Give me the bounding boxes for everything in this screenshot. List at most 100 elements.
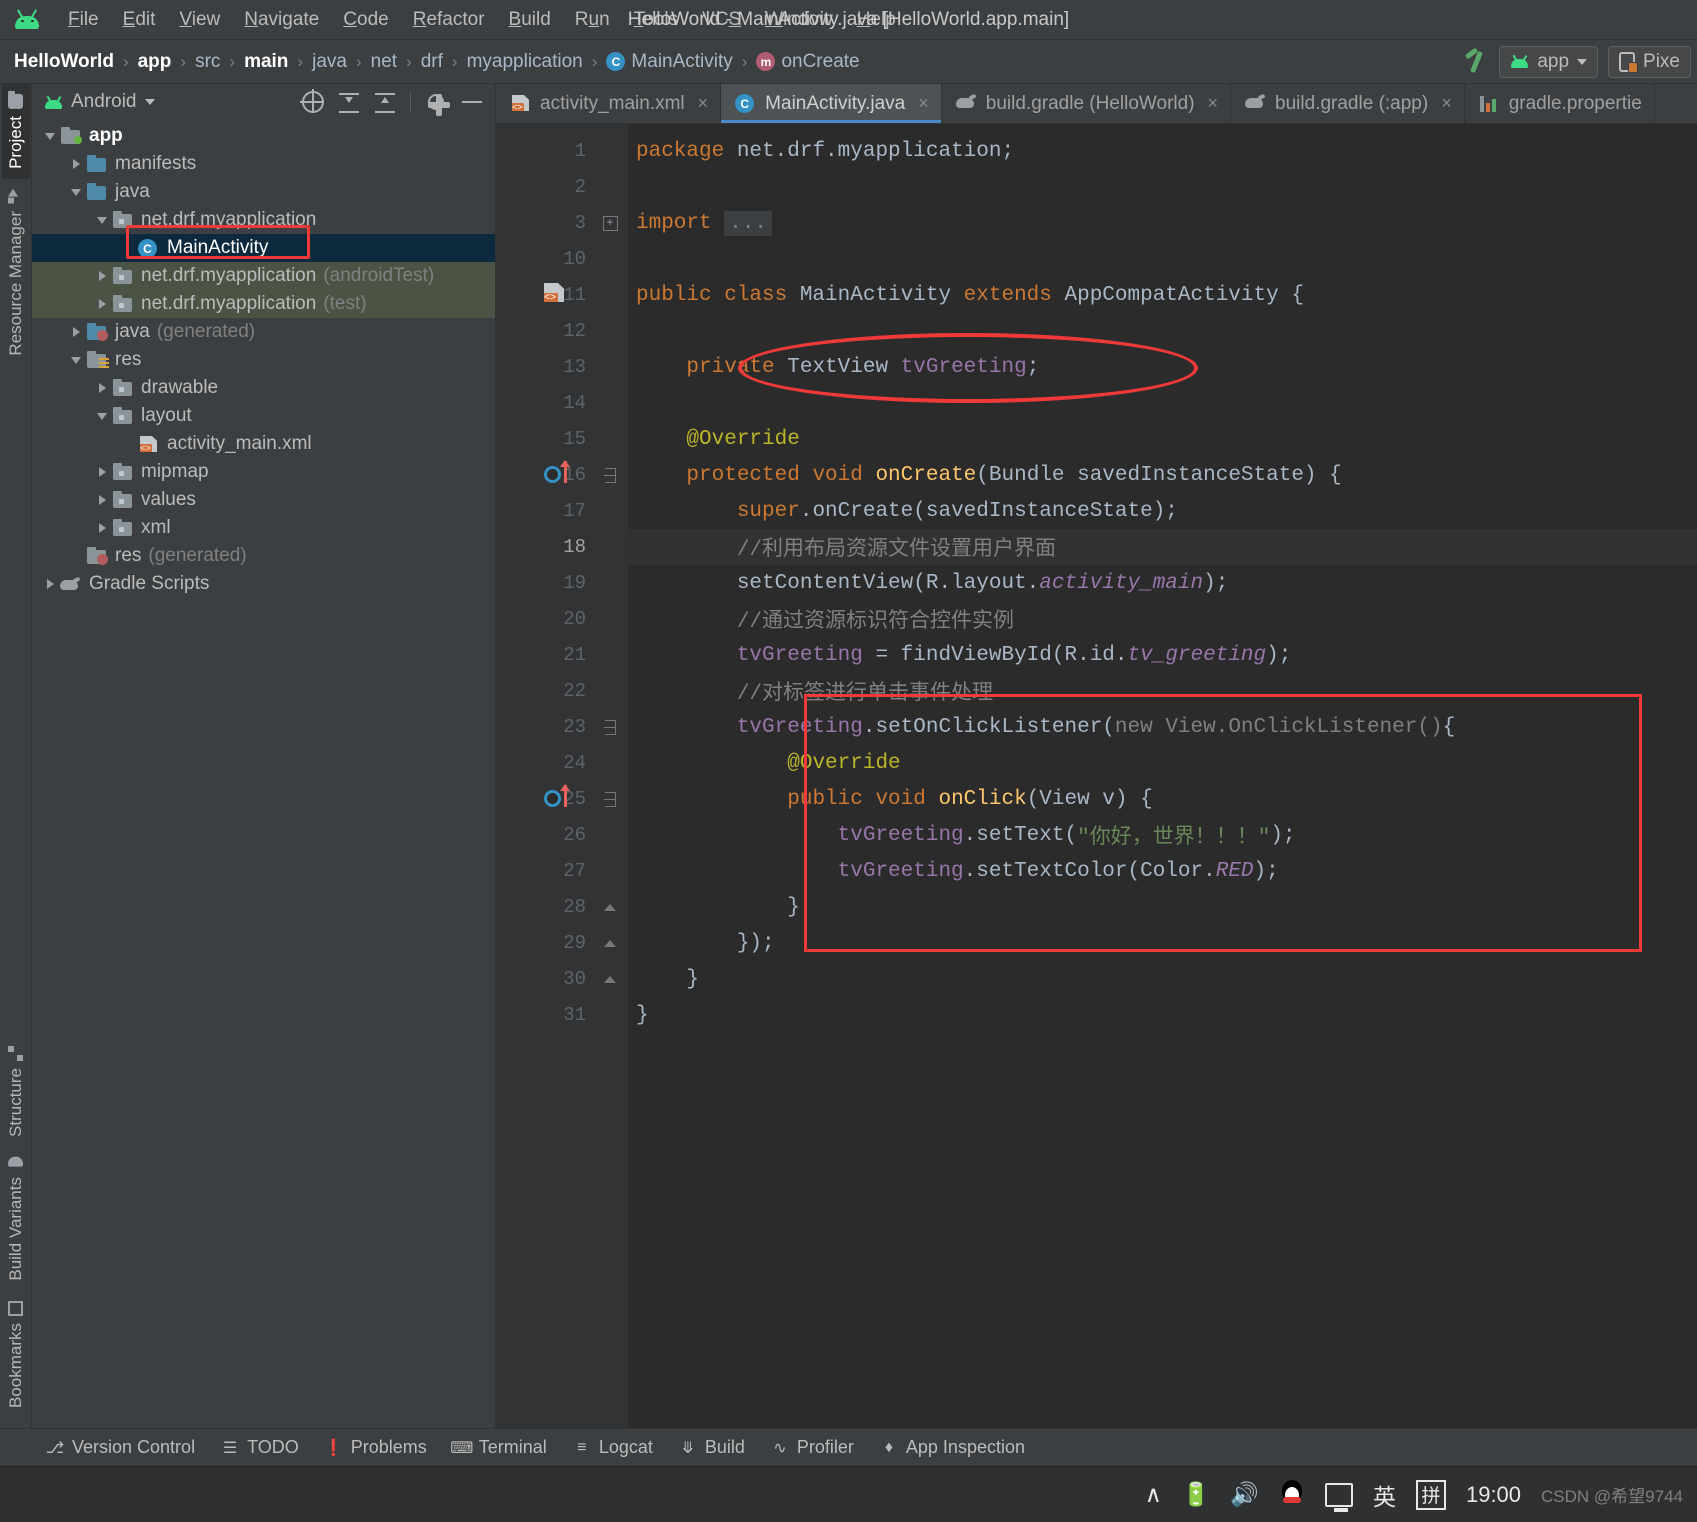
close-icon[interactable]: × (918, 93, 929, 114)
tree-row-app[interactable]: app (32, 122, 495, 150)
chevron-down-icon[interactable] (92, 216, 112, 224)
menu-tools[interactable]: Tools (622, 7, 690, 33)
menu-navigate[interactable]: Navigate (232, 7, 331, 33)
menu-file[interactable]: File (56, 7, 111, 33)
override-method-icon[interactable] (544, 790, 561, 807)
menu-help[interactable]: Help (845, 7, 908, 33)
status-item-version-control[interactable]: ⎇ Version Control (46, 1437, 195, 1458)
menu-view[interactable]: View (167, 7, 232, 33)
chevron-right-icon[interactable] (92, 383, 112, 393)
tree-row-res[interactable]: res (32, 346, 495, 374)
pinyin-mode-icon[interactable]: 拼 (1415, 1479, 1446, 1510)
status-item-logcat[interactable]: ≡ Logcat (573, 1437, 653, 1458)
chevron-down-icon[interactable] (66, 356, 86, 364)
volume-icon[interactable]: 🔊 (1230, 1481, 1259, 1508)
status-item-terminal[interactable]: ⌨ Terminal (450, 1437, 547, 1458)
tree-row-package-androidtest[interactable]: net.drf.myapplication (androidTest) (32, 262, 495, 290)
status-item-build[interactable]: ⤋ Build (679, 1437, 745, 1458)
project-view-selector-label[interactable]: Android (71, 91, 137, 113)
chevron-right-icon[interactable] (66, 159, 86, 169)
status-item-problems[interactable]: ❗ Problems (324, 1437, 427, 1458)
tree-row-values[interactable]: values (32, 486, 495, 514)
breadcrumb-item-src[interactable]: src (195, 51, 220, 73)
settings-gear-icon[interactable] (428, 94, 450, 116)
fold-collapse-listener[interactable] (592, 709, 628, 745)
collapse-all-icon[interactable] (374, 91, 396, 113)
override-method-icon[interactable] (544, 466, 561, 483)
fold-end-oncreate[interactable] (592, 961, 628, 997)
hammer-icon[interactable] (1463, 49, 1489, 75)
sidebar-item-build-variants[interactable]: Build Variants (2, 1147, 30, 1291)
sidebar-item-structure[interactable]: Structure (2, 1036, 30, 1147)
tree-row-java-generated[interactable]: java (generated) (32, 318, 495, 346)
status-item-profiler[interactable]: ∿ Profiler (771, 1437, 854, 1458)
tab-gradle-properties[interactable]: gradle.propertie (1465, 84, 1655, 123)
close-icon[interactable]: × (1441, 93, 1452, 114)
qq-icon[interactable] (1279, 1479, 1305, 1510)
tab-activity-main-xml[interactable]: activity_main.xml × (496, 84, 722, 123)
fold-end-onclick[interactable] (592, 889, 628, 925)
tree-row-package-test[interactable]: net.drf.myapplication (test) (32, 290, 495, 318)
folded-imports[interactable]: ... (724, 210, 773, 236)
network-icon[interactable] (1324, 1482, 1353, 1512)
select-opened-file-icon[interactable] (300, 89, 324, 113)
tree-row-layout[interactable]: layout (32, 402, 495, 430)
layout-marker-icon[interactable] (544, 283, 564, 302)
close-icon[interactable]: × (698, 93, 709, 114)
tree-row-package-main[interactable]: net.drf.myapplication (32, 206, 495, 234)
menu-refactor[interactable]: Refactor (401, 7, 497, 33)
fold-collapse-onclick[interactable] (592, 781, 628, 817)
chevron-down-icon[interactable] (92, 412, 112, 420)
menu-edit[interactable]: Edit (111, 7, 168, 33)
tree-row-gradle-scripts[interactable]: Gradle Scripts (32, 570, 495, 598)
fold-expand-imports[interactable]: + (592, 205, 628, 241)
chevron-right-icon[interactable] (92, 467, 112, 477)
chevron-right-icon[interactable] (92, 271, 112, 281)
menu-run[interactable]: Run (563, 7, 622, 33)
tree-row-drawable[interactable]: drawable (32, 374, 495, 402)
run-configuration-selector[interactable]: app (1499, 45, 1599, 78)
tree-row-res-generated[interactable]: res (generated) (32, 542, 495, 570)
expand-all-icon[interactable] (338, 91, 360, 113)
tree-row-mipmap[interactable]: mipmap (32, 458, 495, 486)
sidebar-item-resource-manager[interactable]: Resource Manager (2, 179, 30, 366)
menu-window[interactable]: Window (753, 7, 845, 33)
close-icon[interactable]: × (1208, 93, 1219, 114)
breadcrumb-item-app[interactable]: app (138, 51, 172, 73)
fold-end-listener[interactable] (592, 925, 628, 961)
chevron-right-icon[interactable] (66, 327, 86, 337)
breadcrumb-item-myapplication[interactable]: myapplication (467, 51, 583, 73)
menu-build[interactable]: Build (497, 7, 563, 33)
tab-build-gradle-app[interactable]: build.gradle (:app) × (1231, 84, 1465, 123)
chevron-down-icon[interactable] (66, 188, 86, 196)
code-text-area[interactable]: package net.drf.myapplication; import ..… (628, 124, 1697, 1428)
menu-code[interactable]: Code (331, 7, 400, 33)
fold-collapse-oncreate[interactable] (592, 457, 628, 493)
tab-build-gradle-helloworld[interactable]: build.gradle (HelloWorld) × (942, 84, 1232, 123)
status-item-todo[interactable]: ☰ TODO (221, 1437, 299, 1458)
chevron-down-icon[interactable] (40, 132, 60, 140)
tree-row-activity-main-xml[interactable]: activity_main.xml (32, 430, 495, 458)
battery-icon[interactable]: 🔋 (1182, 1481, 1211, 1508)
chevron-right-icon[interactable] (40, 579, 60, 589)
tree-row-java[interactable]: java (32, 178, 495, 206)
sidebar-item-bookmarks[interactable]: Bookmarks (2, 1291, 30, 1418)
status-item-app-inspection[interactable]: ♦ App Inspection (880, 1437, 1025, 1458)
menu-vcs[interactable]: VCS (690, 7, 753, 33)
breadcrumb-item-mainactivity[interactable]: C MainActivity (606, 51, 733, 73)
code-editor[interactable]: 1 2 3 10 11 12 13 14 15 16 (496, 124, 1697, 1428)
minimize-icon[interactable] (461, 91, 483, 113)
tab-mainactivity-java[interactable]: C MainActivity.java × (721, 84, 942, 123)
breadcrumb-item-net[interactable]: net (371, 51, 397, 73)
device-selector[interactable]: Pixe (1608, 45, 1691, 78)
breadcrumb-item-drf[interactable]: drf (421, 51, 443, 73)
breadcrumb-item-oncreate[interactable]: m onCreate (756, 51, 860, 73)
breadcrumb-item-helloworld[interactable]: HelloWorld (14, 51, 114, 73)
sidebar-item-project[interactable]: Project (1, 84, 30, 179)
tree-row-mainactivity[interactable]: C MainActivity (32, 234, 495, 262)
chevron-down-icon[interactable] (144, 99, 155, 105)
clock[interactable]: 19:00 (1466, 1482, 1521, 1508)
chevron-right-icon[interactable] (92, 495, 112, 505)
chevron-right-icon[interactable] (92, 299, 112, 309)
tree-row-manifests[interactable]: manifests (32, 150, 495, 178)
